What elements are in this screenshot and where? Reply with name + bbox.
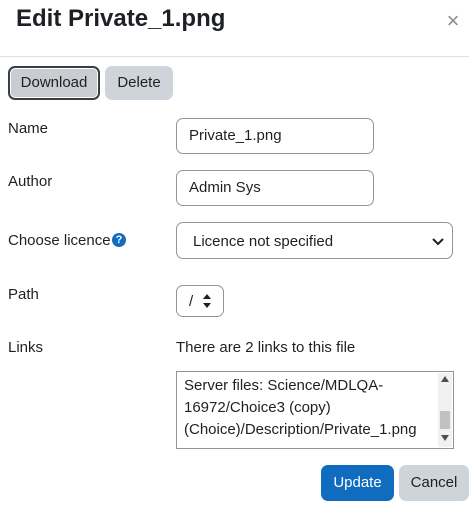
path-label: Path — [8, 286, 39, 303]
author-input[interactable]: Admin Sys — [176, 170, 374, 206]
name-input[interactable]: Private_1.png — [176, 118, 374, 154]
sort-updown-icon — [203, 294, 211, 310]
links-label: Links — [8, 339, 44, 356]
path-select[interactable]: / — [176, 285, 224, 317]
question-circle-icon[interactable]: ? — [112, 233, 126, 247]
scrollbar-thumb[interactable] — [440, 411, 450, 429]
cancel-button[interactable]: Cancel — [399, 465, 469, 501]
path-select-value: / — [189, 293, 194, 310]
scroll-up-icon[interactable] — [441, 376, 449, 385]
header-divider — [0, 56, 469, 57]
chevron-down-icon — [432, 223, 444, 260]
links-summary: There are 2 links to this file — [176, 339, 356, 356]
licence-select[interactable]: Licence not specified — [176, 222, 453, 259]
name-label: Name — [8, 120, 49, 137]
dialog-title: Edit Private_1.png — [16, 5, 226, 32]
licence-select-value: Licence not specified — [193, 233, 334, 250]
download-button[interactable]: Download — [8, 66, 100, 100]
update-button[interactable]: Update — [321, 465, 394, 501]
links-scrollbar[interactable] — [438, 373, 452, 447]
delete-button[interactable]: Delete — [105, 66, 173, 100]
scroll-down-icon[interactable] — [441, 435, 449, 444]
links-list[interactable]: Server files: Science/MDLQA-16972/Choice… — [176, 371, 454, 449]
close-icon[interactable]: × — [441, 9, 465, 33]
licence-label: Choose licence — [8, 232, 111, 249]
author-label: Author — [8, 173, 53, 190]
links-list-item: Server files: Science/MDLQA-16972/Choice… — [184, 377, 417, 438]
